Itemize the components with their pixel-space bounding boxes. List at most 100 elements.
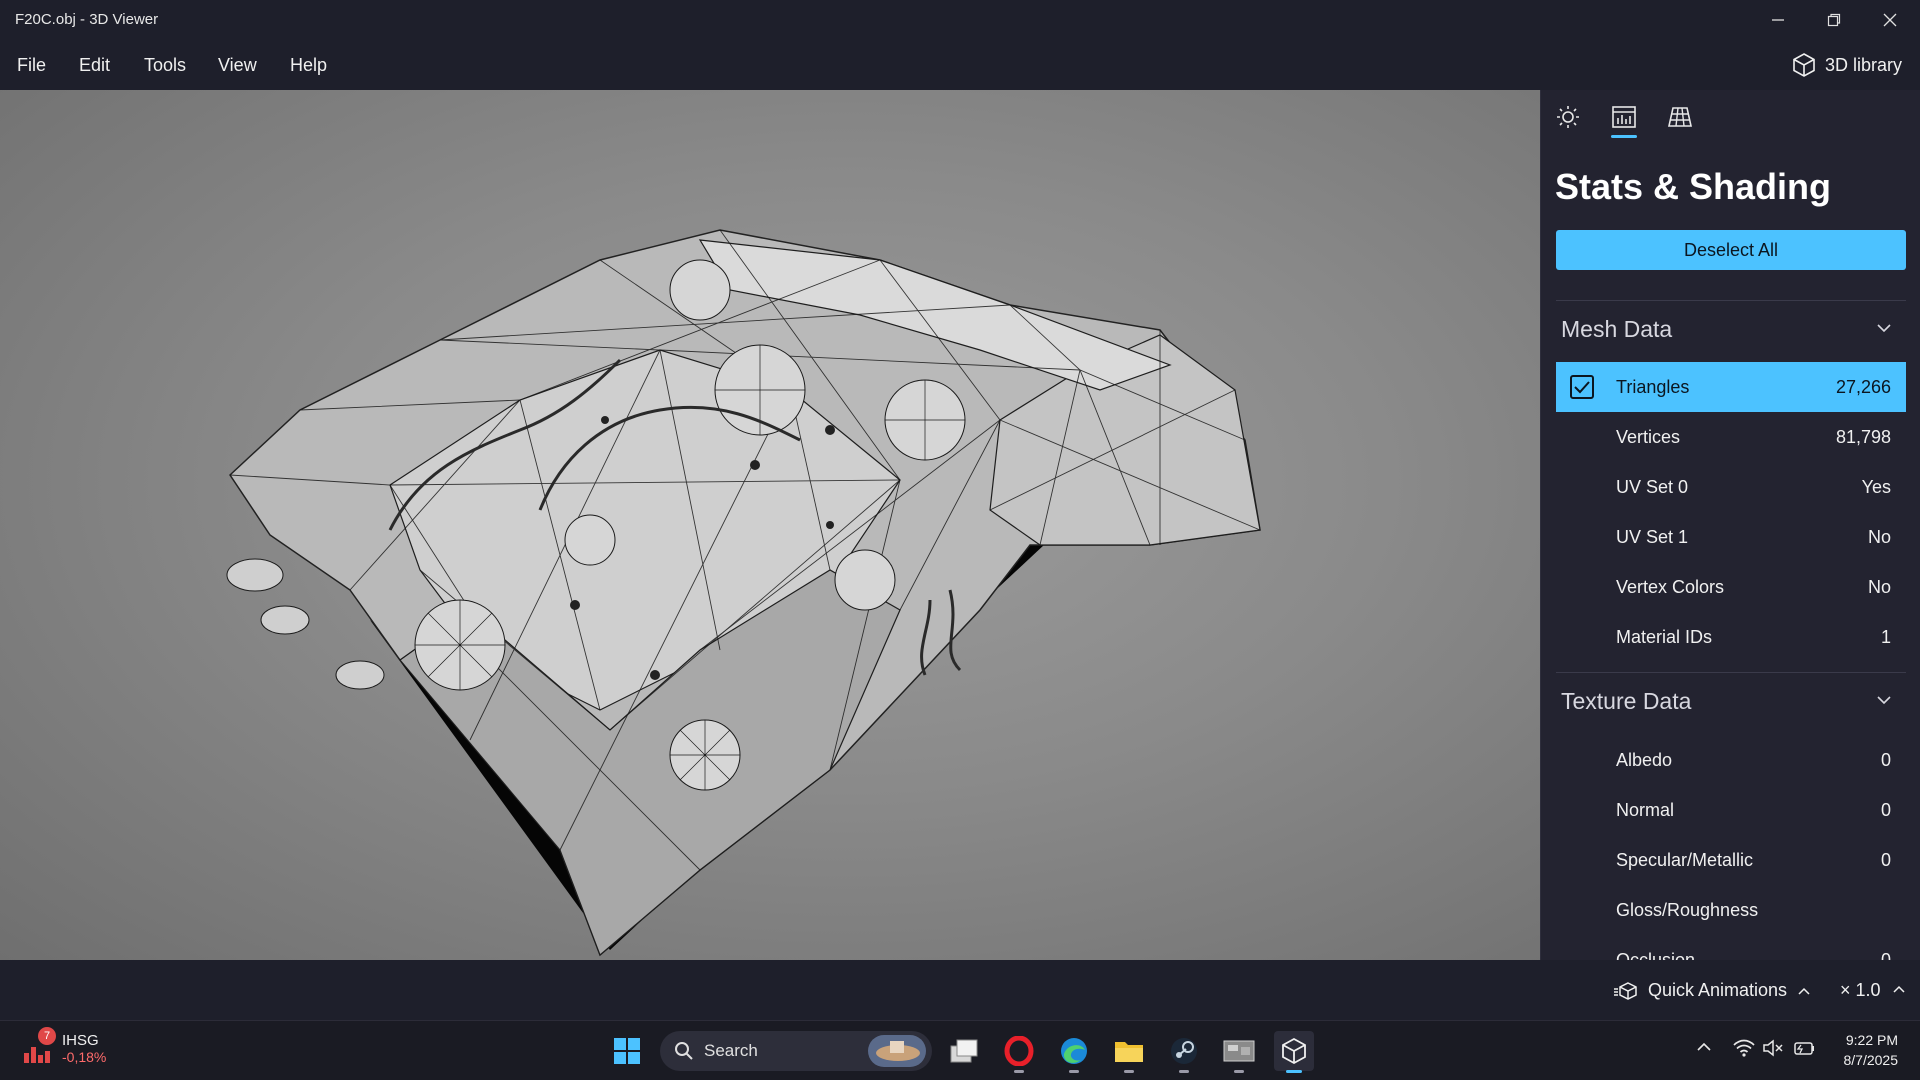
stats-panel: Stats & Shading Deselect All Mesh Data T… <box>1540 90 1920 960</box>
mesh-row-triangles[interactable]: Triangles 27,266 <box>1556 362 1906 412</box>
texture-row-gloss-roughness[interactable]: Gloss/Roughness <box>1556 885 1906 935</box>
checkbox-icon[interactable] <box>1570 375 1594 399</box>
game-app-icon <box>1223 1040 1255 1062</box>
edge-icon <box>1061 1038 1087 1064</box>
clock-date: 8/7/2025 <box>1843 1052 1899 1068</box>
start-button[interactable] <box>607 1031 647 1071</box>
texture-row-label: Gloss/Roughness <box>1616 899 1759 920</box>
texture-row-value: 0 <box>1880 949 1891 961</box>
menu-view[interactable]: View <box>218 55 257 76</box>
divider <box>1556 672 1906 673</box>
menu-edit[interactable]: Edit <box>79 55 110 76</box>
mesh-row-label: UV Set 1 <box>1616 526 1689 547</box>
wireframe-model <box>226 229 1261 957</box>
mesh-row-uv-set-1[interactable]: UV Set 1 No <box>1556 512 1906 562</box>
texture-row-value: 0 <box>1880 799 1891 820</box>
title-bar: F20C.obj - 3D Viewer <box>0 0 1920 40</box>
deselect-all-button[interactable]: Deselect All <box>1556 230 1906 270</box>
stock-widget[interactable]: 7 IHSG -0,18% <box>22 1027 106 1065</box>
wifi-button[interactable] <box>1733 1039 1755 1062</box>
texture-row-label: Albedo <box>1616 749 1673 770</box>
clock-time: 9:22 PM <box>1845 1032 1898 1048</box>
opera-button[interactable] <box>999 1031 1039 1073</box>
mesh-row-vertex-colors[interactable]: Vertex Colors No <box>1556 562 1906 612</box>
taskbar: 7 IHSG -0,18% Search 9:22 PM 8/7/2025 <box>0 1020 1920 1080</box>
chevron-down-icon[interactable] <box>1876 320 1892 341</box>
speed-selector[interactable]: × 1.0 <box>1840 980 1906 1001</box>
stock-chart-icon: 7 <box>22 1027 56 1065</box>
steam-button[interactable] <box>1164 1031 1204 1073</box>
3d-viewer-icon <box>1282 1037 1306 1065</box>
close-icon <box>1883 13 1897 27</box>
texture-row-albedo[interactable]: Albedo 0 <box>1556 735 1906 785</box>
texture-row-specular-metallic[interactable]: Specular/Metallic 0 <box>1556 835 1906 885</box>
quick-animations-label: Quick Animations <box>1648 980 1788 1000</box>
panel-title: Stats & Shading <box>1555 166 1832 207</box>
mesh-row-vertices[interactable]: Vertices 81,798 <box>1556 412 1906 462</box>
folder-icon <box>1115 1042 1143 1062</box>
3d-library-label: 3D library <box>1824 54 1902 75</box>
panel-tabs <box>1555 104 1693 138</box>
windows-icon <box>614 1038 640 1064</box>
tab-grid[interactable] <box>1667 104 1693 134</box>
animation-cube-icon <box>1614 981 1637 1000</box>
tab-lighting[interactable] <box>1555 104 1581 134</box>
task-view-button[interactable] <box>944 1031 984 1071</box>
window-title: F20C.obj - 3D Viewer <box>15 11 159 28</box>
stats-icon <box>1612 106 1636 128</box>
tab-stats[interactable] <box>1611 104 1637 138</box>
restore-button[interactable] <box>1806 0 1862 40</box>
mesh-row-label: Material IDs <box>1616 626 1713 647</box>
taskbar-search[interactable]: Search <box>660 1031 932 1071</box>
volume-button[interactable] <box>1762 1039 1784 1062</box>
volume-muted-icon <box>1763 1039 1783 1057</box>
texture-row-label: Specular/Metallic <box>1616 849 1754 870</box>
chevron-down-icon[interactable] <box>1876 692 1892 713</box>
game-app-button[interactable] <box>1219 1031 1259 1073</box>
wifi-icon <box>1733 1039 1755 1057</box>
animation-bar: Quick Animations × 1.0 <box>0 960 1920 1020</box>
texture-row-value: 0 <box>1880 749 1891 770</box>
chevron-up-icon <box>1697 1042 1711 1051</box>
notification-badge: 7 <box>38 1027 56 1045</box>
file-explorer-button[interactable] <box>1109 1031 1149 1073</box>
texture-row-label: Occlusion <box>1616 949 1696 961</box>
3d-viewport[interactable] <box>0 90 1540 960</box>
3d-library-button[interactable]: 3D library <box>1791 52 1902 78</box>
texture-row-normal[interactable]: Normal 0 <box>1556 785 1906 835</box>
minimize-button[interactable] <box>1750 0 1806 40</box>
clock[interactable]: 9:22 PM 8/7/2025 <box>1844 1030 1899 1070</box>
close-button[interactable] <box>1862 0 1918 40</box>
cube-icon <box>1793 53 1815 77</box>
menu-file[interactable]: File <box>17 55 46 76</box>
search-highlight-image <box>868 1035 926 1067</box>
search-placeholder: Search <box>704 1041 758 1060</box>
mesh-row-label: Vertices <box>1616 426 1681 447</box>
mesh-row-uv-set-0[interactable]: UV Set 0 Yes <box>1556 462 1906 512</box>
mesh-row-label: Vertex Colors <box>1616 576 1725 597</box>
mesh-row-value: No <box>1867 526 1891 547</box>
stock-name: IHSG <box>62 1031 99 1049</box>
minimize-icon <box>1772 19 1784 21</box>
menu-bar: File Edit Tools View Help 3D library <box>0 40 1920 90</box>
show-hidden-icons-button[interactable] <box>1696 1039 1712 1060</box>
battery-button[interactable] <box>1792 1039 1816 1062</box>
restore-icon <box>1827 13 1841 27</box>
mesh-data-heading[interactable]: Mesh Data <box>1561 316 1672 343</box>
quick-animations-button[interactable]: Quick Animations <box>1614 980 1811 1001</box>
mesh-row-material-ids[interactable]: Material IDs 1 <box>1556 612 1906 662</box>
opera-icon <box>1004 1036 1034 1066</box>
3d-viewer-taskbar-button[interactable] <box>1274 1031 1314 1073</box>
edge-button[interactable] <box>1054 1031 1094 1073</box>
mesh-row-value: 1 <box>1880 626 1891 647</box>
search-icon <box>675 1042 693 1060</box>
texture-row-occlusion[interactable]: Occlusion 0 <box>1556 935 1906 961</box>
menu-tools[interactable]: Tools <box>144 55 186 76</box>
chevron-up-icon <box>1798 987 1810 995</box>
divider <box>1556 300 1906 301</box>
mesh-row-value: No <box>1867 576 1891 597</box>
battery-icon <box>1794 1042 1814 1055</box>
texture-data-heading[interactable]: Texture Data <box>1561 688 1691 715</box>
steam-icon <box>1171 1038 1197 1064</box>
menu-help[interactable]: Help <box>290 55 327 76</box>
